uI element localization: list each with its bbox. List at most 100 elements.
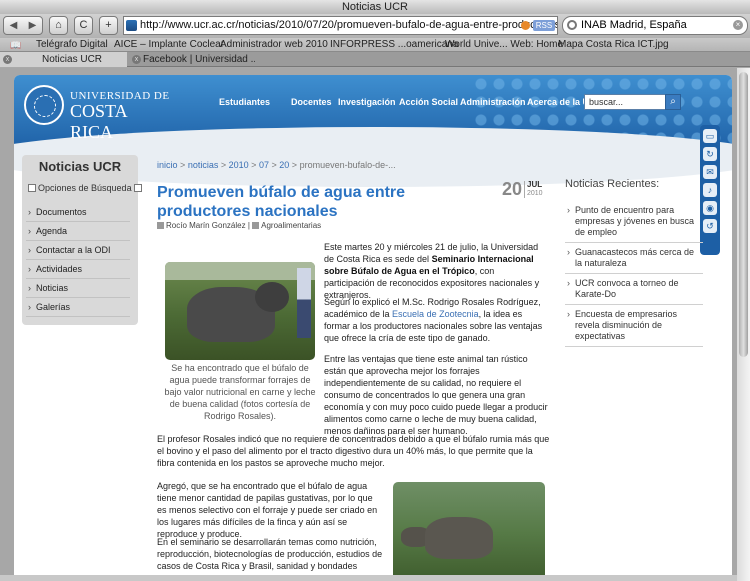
breadcrumb-day[interactable]: 20 [279,160,289,170]
site-search-button[interactable]: ⌕ [665,94,681,110]
article-meta: Rocío Marín González | Agroalimentarias [157,221,321,230]
add-bookmark-button[interactable]: + [99,16,118,35]
zootecnia-link[interactable]: Escuela de Zootecnia [392,309,479,319]
breadcrumb-sep: > [251,160,257,170]
recent-news-item[interactable]: UCR convoca a torneo de Karate-Do [565,274,703,305]
snapback-icon[interactable] [521,21,530,30]
vertical-scrollbar[interactable] [737,68,750,581]
paragraph-1: Este martes 20 y miércoles 21 de julio, … [324,241,546,301]
bookmark-item[interactable]: AICE – Implante Coclear [114,38,224,52]
site-favicon-icon [126,20,137,31]
view-icon[interactable]: ◉ [703,201,717,215]
sidebar-item-actividades[interactable]: Actividades [26,260,130,279]
breadcrumb: inicio > noticias > 2010 > 07 > 20 > pro… [157,160,396,170]
breadcrumb-sep: > [220,160,227,170]
search-icon [567,20,577,30]
photo-buffalo-front [425,517,493,559]
date-day: 20 [502,179,523,199]
clear-search-icon[interactable]: × [733,20,743,30]
horizontal-scrollbar[interactable] [0,575,737,581]
nav-administracion[interactable]: Administración [460,97,526,107]
breadcrumb-noticias[interactable]: noticias [188,160,219,170]
paragraph-3: Entre las ventajas que tiene este animal… [324,354,548,436]
bookmark-item[interactable]: Mapa Costa Rica ICT.jpg [558,38,669,52]
close-tab-icon[interactable]: x [132,55,141,64]
tab-label: Facebook | Universidad ... [143,54,255,65]
recent-news-item[interactable]: Encuesta de empresarios revela disminuci… [565,305,703,347]
checkbox-icon[interactable] [133,184,142,192]
tab-facebook[interactable]: x Facebook | Universidad ... [129,52,255,67]
sidebar-title: Noticias UCR [38,159,122,174]
bookmarks-icon[interactable]: 📖 [10,38,21,52]
nav-docentes[interactable]: Docentes [291,97,332,107]
recent-news-item[interactable]: Guanacastecos más cerca de la naturaleza [565,243,703,274]
site-header: UNIVERSIDAD DE COSTA RICA Estudiantes Do… [14,75,732,187]
breadcrumb-current: promueven-bufalo-de-... [299,160,396,170]
mail-icon[interactable]: ✉ [703,165,717,179]
tab-bar: x Noticias UCR x Facebook | Universidad … [0,52,750,67]
ucr-seal-icon [24,85,64,125]
photo-farmer [297,268,311,338]
web-content: UNIVERSIDAD DE COSTA RICA Estudiantes Do… [0,68,737,581]
checkbox-icon[interactable] [28,184,36,192]
nav-accion-social[interactable]: Acción Social [399,97,458,107]
buffalo-photo-1[interactable] [165,262,315,360]
share-icon[interactable]: ↻ [703,147,717,161]
rss-button[interactable]: RSS [533,20,555,31]
bookmark-item[interactable]: INFORPRESS ...oamericana [330,38,458,52]
bookmark-item[interactable]: World Unive... Web: Home [445,38,563,52]
nav-investigacion[interactable]: Investigación [338,97,396,107]
sidebar-menu: Documentos Agenda Contactar a la ODI Act… [26,203,130,317]
bookmark-item[interactable]: Telégrafo Digital [36,38,108,52]
close-tab-icon[interactable]: x [3,55,12,64]
search-icon: ⌕ [670,96,676,107]
home-button[interactable]: ⌂ [49,16,68,35]
search-options[interactable]: Opciones de Búsqueda [26,183,142,193]
browser-toolbar: ◀ ▶ ⌂ C + http://www.ucr.ac.cr/noticias/… [0,14,750,38]
date-divider [524,181,525,198]
bookmark-item[interactable]: Administrador web 2010 [220,38,328,52]
scrollbar-thumb[interactable] [739,72,748,357]
site-page: UNIVERSIDAD DE COSTA RICA Estudiantes Do… [14,75,732,581]
article-author[interactable]: Rocío Marín González [166,221,246,230]
breadcrumb-year[interactable]: 2010 [229,160,249,170]
site-search-input[interactable]: buscar... [584,94,666,110]
recent-news-title: Noticias Recientes: [565,178,660,190]
bookmarks-bar: 📖 Telégrafo Digital AICE – Implante Cocl… [0,38,750,52]
category-icon [252,222,260,229]
sidebar-item-galerias[interactable]: Galerías [26,298,130,317]
paragraph-2: Según lo explicó el M.Sc. Rodrigo Rosale… [324,296,548,344]
nav-acerca[interactable]: Acerca de la U [527,97,589,107]
refresh-icon[interactable]: ↺ [703,219,717,233]
history-buttons: ◀ ▶ [3,16,43,35]
recent-news-list: Punto de encuentro para empresas y jóven… [565,201,703,347]
back-button[interactable]: ◀ [4,17,23,34]
search-field[interactable]: INAB Madrid, España × [562,16,748,35]
audio-icon[interactable]: ♪ [703,183,717,197]
sidebar-item-contactar[interactable]: Contactar a la ODI [26,241,130,260]
window-title: Noticias UCR [0,0,750,14]
photo-buffalo-head [255,282,289,312]
address-text: http://www.ucr.ac.cr/noticias/2010/07/20… [140,19,558,31]
recent-news-item[interactable]: Punto de encuentro para empresas y jóven… [565,201,703,243]
print-icon[interactable]: ▭ [703,129,717,143]
article-date: 20 JUL 2010 [502,179,548,201]
buffalo-photo-2[interactable] [393,482,545,581]
browser-window: Noticias UCR ◀ ▶ ⌂ C + http://www.ucr.ac… [0,0,750,581]
address-bar[interactable]: http://www.ucr.ac.cr/noticias/2010/07/20… [123,16,558,35]
sidebar-item-documentos[interactable]: Documentos [26,203,130,222]
ucr-logo[interactable]: UNIVERSIDAD DE COSTA RICA [24,85,174,142]
article-category[interactable]: Agroalimentarias [261,221,321,230]
search-field-value: INAB Madrid, España [581,19,687,31]
nav-estudiantes[interactable]: Estudiantes [219,97,270,107]
breadcrumb-inicio[interactable]: inicio [157,160,178,170]
forward-button[interactable]: ▶ [23,17,42,34]
search-options-label: Opciones de Búsqueda [38,183,132,193]
reload-button[interactable]: C [74,16,93,35]
date-month: JUL [527,180,543,189]
photo-caption: Se ha encontrado que el búfalo de agua p… [164,363,316,421]
sidebar-item-agenda[interactable]: Agenda [26,222,130,241]
sidebar-item-noticias[interactable]: Noticias [26,279,130,298]
tab-noticias-ucr[interactable]: x Noticias UCR [0,52,127,67]
breadcrumb-month[interactable]: 07 [259,160,269,170]
